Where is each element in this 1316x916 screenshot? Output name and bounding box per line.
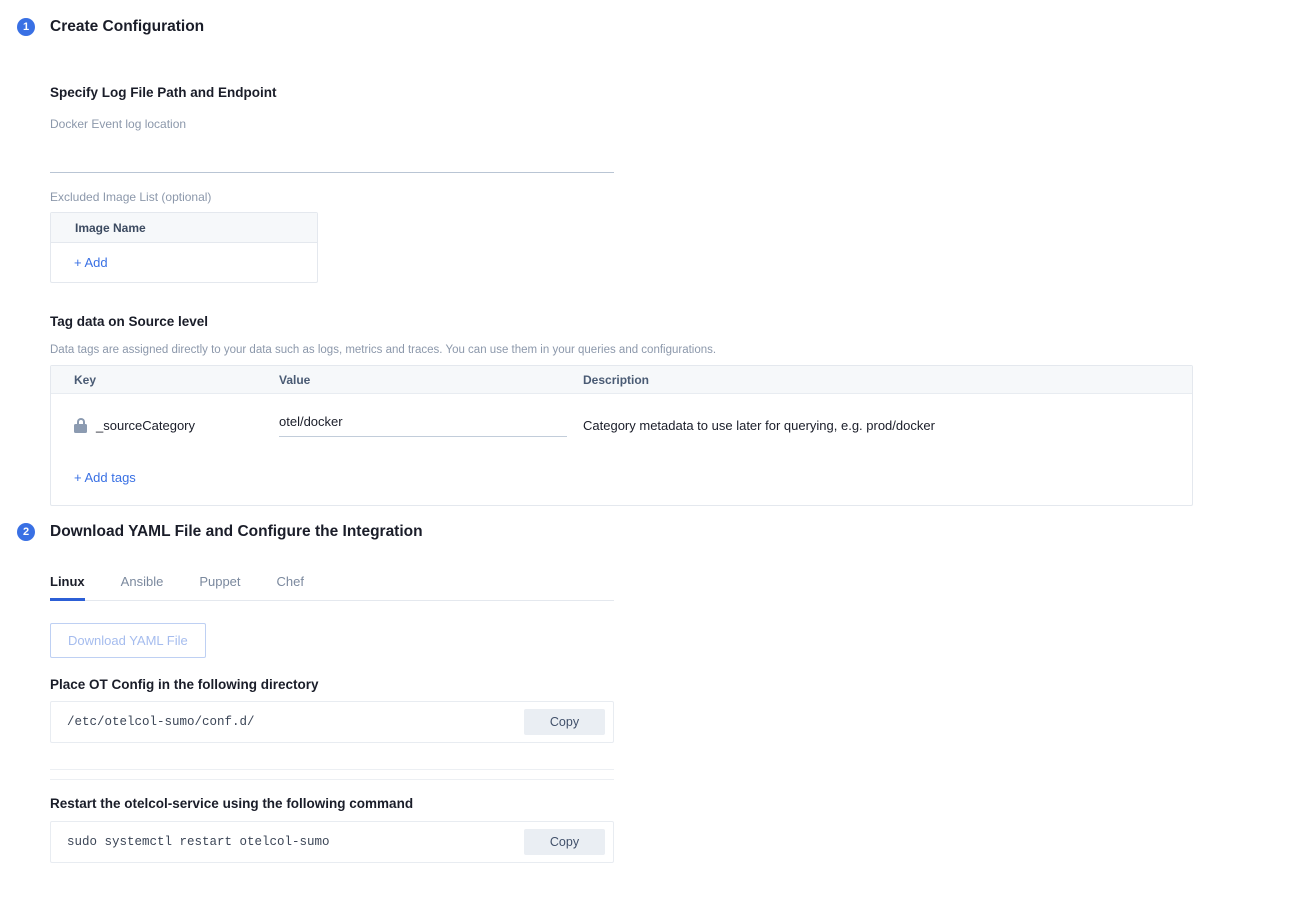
- tab-puppet[interactable]: Puppet: [199, 574, 240, 601]
- tab-linux[interactable]: Linux: [50, 574, 85, 601]
- step-1-title: Create Configuration: [50, 18, 204, 36]
- divider-bottom: [50, 779, 614, 780]
- tag-data-description: Data tags are assigned directly to your …: [50, 344, 1193, 356]
- excluded-image-list-label: Excluded Image List (optional): [50, 190, 1193, 204]
- step-1-body: Specify Log File Path and Endpoint Docke…: [0, 85, 1193, 506]
- restart-command-code-box: sudo systemctl restart otelcol-sumo Copy: [50, 821, 614, 863]
- tag-value-cell: [279, 413, 583, 437]
- restart-command-text: sudo systemctl restart otelcol-sumo: [67, 835, 330, 849]
- tag-key-cell: _sourceCategory: [51, 418, 279, 433]
- tag-data-heading: Tag data on Source level: [50, 314, 1193, 329]
- column-header-description: Description: [583, 373, 1192, 387]
- excluded-image-table-body: + Add: [51, 243, 317, 282]
- tag-description-cell: Category metadata to use later for query…: [583, 418, 1192, 433]
- tags-table: Key Value Description _sourceCategory Ca…: [50, 365, 1193, 506]
- tag-value-input[interactable]: [279, 414, 567, 437]
- column-header-image-name: Image Name: [75, 221, 146, 235]
- lock-icon: [74, 418, 87, 433]
- copy-restart-command-button[interactable]: Copy: [524, 829, 605, 855]
- step-2-header: 2 Download YAML File and Configure the I…: [0, 505, 614, 541]
- add-tags-button[interactable]: + Add tags: [74, 470, 136, 485]
- copy-config-dir-button[interactable]: Copy: [524, 709, 605, 735]
- step-2-number-badge: 2: [17, 523, 35, 541]
- docker-event-log-location-input[interactable]: [50, 137, 614, 173]
- step-2-body: Linux Ansible Puppet Chef Download YAML …: [0, 568, 614, 863]
- step-2-title: Download YAML File and Configure the Int…: [50, 523, 423, 541]
- table-row: _sourceCategory Category metadata to use…: [51, 394, 1192, 450]
- tab-ansible[interactable]: Ansible: [121, 574, 164, 601]
- excluded-image-table-header: Image Name: [51, 213, 317, 243]
- step-download-yaml: 2 Download YAML File and Configure the I…: [0, 505, 614, 863]
- place-ot-config-heading: Place OT Config in the following directo…: [50, 677, 614, 692]
- divider-top: [50, 769, 614, 770]
- restart-service-heading: Restart the otelcol-service using the fo…: [50, 796, 614, 811]
- step-create-configuration: 1 Create Configuration Specify Log File …: [0, 0, 1193, 506]
- tags-table-footer: + Add tags: [51, 450, 1192, 505]
- tags-table-header: Key Value Description: [51, 366, 1192, 394]
- docker-event-log-location-label: Docker Event log location: [50, 117, 1193, 131]
- tag-key-label: _sourceCategory: [96, 418, 195, 433]
- specify-log-file-path-heading: Specify Log File Path and Endpoint: [50, 85, 1193, 100]
- tab-chef[interactable]: Chef: [277, 574, 304, 601]
- config-dir-command-text: /etc/otelcol-sumo/conf.d/: [67, 715, 255, 729]
- column-header-key: Key: [51, 373, 279, 387]
- config-dir-code-box: /etc/otelcol-sumo/conf.d/ Copy: [50, 701, 614, 743]
- download-yaml-file-button[interactable]: Download YAML File: [50, 623, 206, 658]
- step-1-header: 1 Create Configuration: [0, 0, 1193, 36]
- column-header-value: Value: [279, 373, 583, 387]
- add-image-button[interactable]: + Add: [74, 255, 108, 270]
- platform-tabs: Linux Ansible Puppet Chef: [50, 568, 614, 601]
- step-1-number-badge: 1: [17, 18, 35, 36]
- excluded-image-table: Image Name + Add: [50, 212, 318, 283]
